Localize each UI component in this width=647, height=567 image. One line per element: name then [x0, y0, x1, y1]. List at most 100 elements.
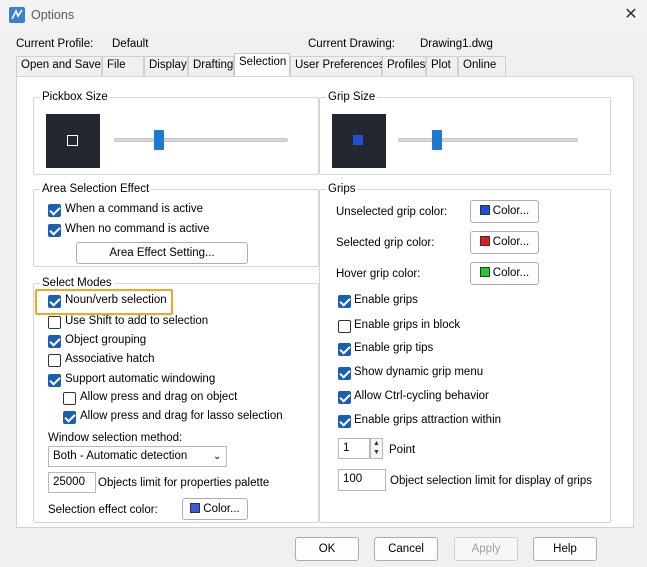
- cancel-button[interactable]: Cancel: [374, 537, 438, 561]
- spin-down-icon[interactable]: ▼: [371, 448, 382, 457]
- tab-profiles[interactable]: Profiles: [382, 56, 426, 76]
- selected-grip-color-text: Color...: [492, 236, 530, 248]
- tab-selection[interactable]: Selection: [234, 53, 290, 76]
- current-drawing-value: Drawing1.dwg: [420, 38, 493, 50]
- selected-grip-color-label: Selected grip color:: [336, 237, 435, 249]
- current-drawing-label: Current Drawing:: [308, 38, 395, 50]
- hover-grip-color-label: Hover grip color:: [336, 268, 421, 280]
- pickbox-slider-thumb[interactable]: [154, 130, 164, 150]
- when-active-checkbox[interactable]: [48, 204, 61, 217]
- window-method-label: Window selection method:: [48, 432, 183, 444]
- unselected-grip-color-button[interactable]: Color...: [470, 200, 539, 223]
- associative-hatch-checkbox[interactable]: [48, 354, 61, 367]
- grip-preview-square: [353, 135, 363, 145]
- press-drag-lasso-label: Allow press and drag for lasso selection: [80, 410, 283, 422]
- grips-group: Grips Unselected grip color: Color... Se…: [319, 183, 611, 523]
- auto-windowing-checkbox[interactable]: [48, 374, 61, 387]
- grip-size-group: Grip Size: [319, 91, 611, 175]
- current-profile-value: Default: [112, 38, 149, 50]
- window-title: Options: [31, 8, 75, 22]
- enable-grip-tips-checkbox[interactable]: [338, 343, 351, 356]
- unselected-grip-swatch: [479, 205, 490, 215]
- enable-grips-label: Enable grips: [354, 294, 418, 306]
- help-button[interactable]: Help: [533, 537, 597, 561]
- unselected-grip-color-text: Color...: [492, 205, 530, 217]
- area-selection-title: Area Selection Effect: [40, 183, 152, 195]
- pickbox-preview: [46, 114, 100, 168]
- enable-grips-checkbox[interactable]: [338, 295, 351, 308]
- when-no-command-checkbox[interactable]: [48, 224, 61, 237]
- app-icon: [9, 7, 25, 23]
- tab-display[interactable]: Display: [144, 56, 188, 76]
- chevron-down-icon: ⌄: [213, 451, 222, 462]
- ctrl-cycling-label: Allow Ctrl-cycling behavior: [354, 390, 489, 402]
- select-modes-group: Select Modes Noun/verb selection Use Shi…: [33, 277, 319, 523]
- window-method-select[interactable]: Both - Automatic detection ⌄: [48, 446, 227, 467]
- object-grouping-label: Object grouping: [65, 334, 147, 346]
- tab-user-preferences[interactable]: User Preferences: [290, 56, 384, 76]
- grips-attraction-checkbox[interactable]: [338, 415, 351, 428]
- dynamic-grip-menu-checkbox[interactable]: [338, 367, 351, 380]
- enable-grips-in-block-checkbox[interactable]: [338, 320, 351, 333]
- ok-button[interactable]: OK: [295, 537, 359, 561]
- use-shift-label: Use Shift to add to selection: [65, 315, 209, 327]
- selection-panel: Pickbox Size Area Selection Effect When …: [16, 76, 634, 528]
- point-value-input[interactable]: 1: [338, 438, 370, 459]
- pickbox-size-group: Pickbox Size: [33, 91, 319, 175]
- close-icon[interactable]: ✕: [622, 6, 640, 24]
- selected-grip-swatch: [479, 236, 490, 246]
- enable-grip-tips-label: Enable grip tips: [354, 342, 434, 354]
- point-label: Point: [389, 444, 416, 456]
- enable-grips-in-block-label: Enable grips in block: [354, 319, 461, 331]
- noun-verb-checkbox[interactable]: [48, 295, 61, 308]
- area-effect-setting-button[interactable]: Area Effect Setting...: [76, 242, 248, 264]
- objects-limit-input[interactable]: 25000: [48, 472, 96, 493]
- dynamic-grip-menu-label: Show dynamic grip menu: [354, 366, 484, 378]
- pickbox-size-title: Pickbox Size: [40, 91, 110, 103]
- hover-grip-swatch: [479, 267, 490, 277]
- grips-title: Grips: [326, 183, 358, 195]
- press-drag-object-checkbox[interactable]: [63, 392, 76, 405]
- tab-file[interactable]: File: [102, 56, 144, 76]
- auto-windowing-label: Support automatic windowing: [65, 373, 216, 385]
- selection-limit-input[interactable]: 100: [338, 469, 386, 491]
- select-modes-title: Select Modes: [40, 277, 114, 289]
- apply-button[interactable]: Apply: [454, 537, 518, 561]
- when-no-command-label: When no command is active: [65, 223, 210, 235]
- tab-plot[interactable]: Plot: [426, 56, 458, 76]
- title-bar: [0, 0, 647, 32]
- ctrl-cycling-checkbox[interactable]: [338, 391, 351, 404]
- unselected-grip-color-label: Unselected grip color:: [336, 206, 448, 218]
- noun-verb-label: Noun/verb selection: [65, 294, 167, 306]
- spin-up-icon[interactable]: ▲: [371, 439, 382, 448]
- objects-limit-label: Objects limit for properties palette: [98, 477, 270, 489]
- hover-grip-color-button[interactable]: Color...: [470, 262, 539, 285]
- press-drag-lasso-checkbox[interactable]: [63, 411, 76, 424]
- grips-attraction-label: Enable grips attraction within: [354, 414, 502, 426]
- grip-size-title: Grip Size: [326, 91, 378, 103]
- object-grouping-checkbox[interactable]: [48, 335, 61, 348]
- area-selection-group: Area Selection Effect When a command is …: [33, 183, 319, 267]
- selection-effect-swatch: [190, 503, 201, 513]
- selection-effect-color-text: Color...: [203, 503, 240, 515]
- current-profile-label: Current Profile:: [16, 38, 94, 50]
- when-active-label: When a command is active: [65, 203, 204, 215]
- tab-online[interactable]: Online: [458, 56, 506, 76]
- window-method-value: Both - Automatic detection: [53, 450, 188, 462]
- pickbox-square: [67, 135, 78, 146]
- selection-limit-label: Object selection limit for display of gr…: [390, 475, 592, 487]
- grip-preview: [332, 114, 386, 168]
- tab-open-and-save[interactable]: Open and Save: [16, 56, 102, 76]
- press-drag-object-label: Allow press and drag on object: [80, 391, 238, 403]
- point-spinner[interactable]: ▲ ▼: [370, 438, 383, 459]
- pickbox-slider-track[interactable]: [114, 138, 288, 142]
- tab-drafting[interactable]: Drafting: [188, 56, 234, 76]
- selection-effect-color-label: Selection effect color:: [48, 504, 158, 516]
- use-shift-checkbox[interactable]: [48, 316, 61, 329]
- hover-grip-color-text: Color...: [492, 267, 530, 279]
- selection-effect-color-button[interactable]: Color...: [182, 498, 248, 520]
- selected-grip-color-button[interactable]: Color...: [470, 231, 539, 254]
- associative-hatch-label: Associative hatch: [65, 353, 155, 365]
- grip-size-slider-track[interactable]: [398, 138, 578, 142]
- grip-size-slider-thumb[interactable]: [432, 130, 442, 150]
